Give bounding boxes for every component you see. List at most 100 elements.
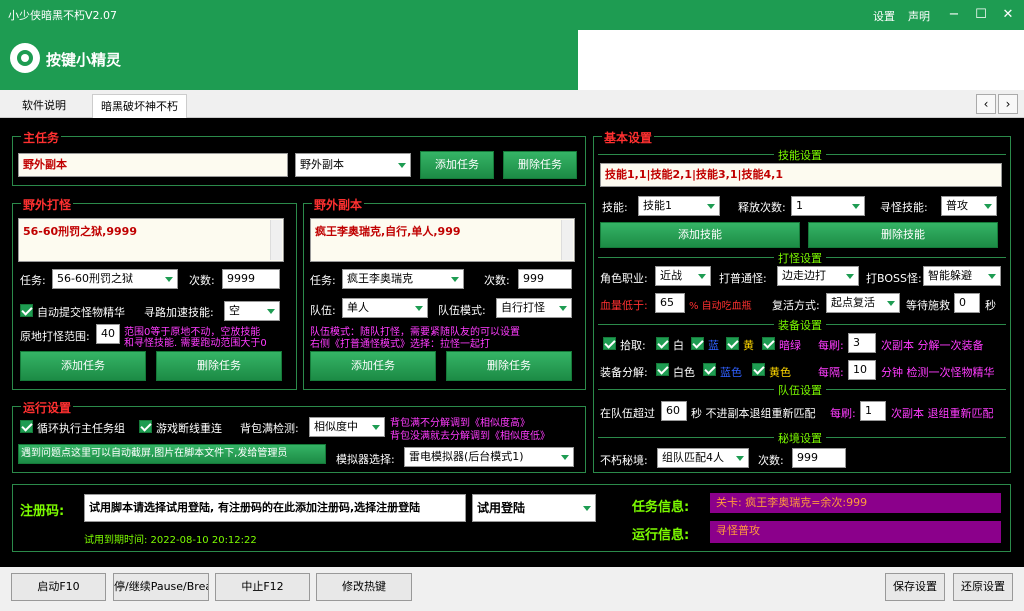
loop-label: 循环执行主任务组 <box>37 422 125 435</box>
team-mode-select[interactable]: 自行打怪 <box>496 298 572 318</box>
add-skill-button[interactable]: 添加技能 <box>600 222 800 248</box>
hotkey-button[interactable]: 修改热键 <box>316 573 412 601</box>
field-fight-add-button[interactable]: 添加任务 <box>20 351 146 381</box>
release-count-label: 释放次数: <box>738 201 786 214</box>
main-task-add-button[interactable]: 添加任务 <box>420 151 494 179</box>
pause-button[interactable]: 停/继续Pause/Break <box>113 573 209 601</box>
loop-checkbox[interactable] <box>20 420 33 433</box>
decompose-yellow-checkbox[interactable] <box>752 363 765 376</box>
normal-monster-select[interactable]: 边走边打 <box>777 266 859 286</box>
secret-count-label: 次数: <box>758 454 784 467</box>
field-dungeon-add-button[interactable]: 添加任务 <box>310 351 436 381</box>
run-settings-title: 运行设置 <box>21 399 74 416</box>
maximize-icon[interactable]: ☐ <box>971 5 991 25</box>
decompose-yellow-label: 黄色 <box>769 366 791 379</box>
tab-diablo[interactable]: 暗黑破坏神不朽 <box>92 94 187 118</box>
range-label: 原地打怪范围: <box>20 330 90 343</box>
field-fight-count-label: 次数: <box>189 274 215 287</box>
screenshot-report-button[interactable]: 遇到问题点这里可以自动截屏,图片在脚本文件下,发给管理员 <box>18 444 326 464</box>
close-icon[interactable]: ✕ <box>998 5 1018 25</box>
role-select[interactable]: 近战 <box>655 266 711 286</box>
field-fight-delete-button[interactable]: 删除任务 <box>156 351 282 381</box>
basic-settings-title: 基本设置 <box>602 129 655 146</box>
field-dungeon-task-label: 任务: <box>310 274 336 287</box>
bag-check-select[interactable]: 相似度中 <box>309 417 385 437</box>
bag-note-2: 背包没满就去分解调到《相似度低》 <box>390 431 550 442</box>
trial-expire-text: 试用到期时间: 2022-08-10 20:12:22 <box>84 535 257 546</box>
field-fight-task-label: 任务: <box>20 274 46 287</box>
range-input[interactable]: 40 <box>96 324 120 344</box>
statement-link[interactable]: 声明 <box>908 8 930 24</box>
pickup-white-checkbox[interactable] <box>656 337 669 350</box>
field-dungeon-count-label: 次数: <box>484 274 510 287</box>
register-code-input[interactable]: 试用脚本请选择试用登陆, 有注册码的在此添加注册码,选择注册登陆 <box>84 494 466 522</box>
secret-select[interactable]: 组队匹配4人 <box>657 448 749 468</box>
decompose-blue-checkbox[interactable] <box>703 363 716 376</box>
team-over-input[interactable]: 60 <box>661 401 687 421</box>
tab-bar: 软件说明 暗黑破坏神不朽 ‹ › <box>0 90 1024 118</box>
settings-link[interactable]: 设置 <box>873 8 895 24</box>
pickup-yellow-checkbox[interactable] <box>726 337 739 350</box>
hp-input[interactable]: 65 <box>655 293 685 313</box>
interval-label: 每隔: <box>818 366 844 379</box>
speed-skill-select[interactable]: 空 <box>224 301 280 321</box>
pickup-blue-label: 蓝 <box>708 339 719 352</box>
title-bar: 小少侠暗黑不朽V2.07 设置 声明 − ☐ ✕ <box>0 0 1024 30</box>
hp-label: 血量低于: <box>600 299 648 312</box>
field-fight-count-input[interactable]: 9999 <box>222 269 280 289</box>
window-title: 小少侠暗黑不朽V2.07 <box>8 9 118 22</box>
run-info-value: 寻怪普攻 <box>710 521 1001 543</box>
secret-count-input[interactable]: 999 <box>792 448 846 468</box>
logo-icon <box>10 43 40 73</box>
tab-prev-icon[interactable]: ‹ <box>976 94 996 114</box>
team-select[interactable]: 单人 <box>342 298 428 318</box>
memo-scrollbar[interactable] <box>561 220 573 260</box>
pickup-checkbox[interactable] <box>603 337 616 350</box>
memo-scrollbar[interactable] <box>270 220 282 260</box>
decompose-white-checkbox[interactable] <box>656 363 669 376</box>
wait-input[interactable]: 0 <box>954 293 980 313</box>
auto-submit-checkbox[interactable] <box>20 304 33 317</box>
login-mode-select[interactable]: 试用登陆 <box>472 494 596 522</box>
header-banner: 按键小精灵 <box>0 30 1024 90</box>
field-dungeon-count-input[interactable]: 999 <box>518 269 572 289</box>
revive-select[interactable]: 起点复活 <box>826 293 900 313</box>
minimize-icon[interactable]: − <box>944 5 964 25</box>
interval-input[interactable]: 10 <box>848 360 876 380</box>
pickup-green-checkbox[interactable] <box>762 337 775 350</box>
ad-area <box>578 30 1024 90</box>
tab-readme[interactable]: 软件说明 <box>14 94 74 118</box>
skill-select[interactable]: 技能1 <box>638 196 720 216</box>
save-settings-button[interactable]: 保存设置 <box>885 573 945 601</box>
reconnect-checkbox[interactable] <box>139 420 152 433</box>
wait-label: 等待施救 <box>906 299 950 312</box>
every-input[interactable]: 3 <box>848 333 876 353</box>
field-dungeon-memo[interactable]: 疯王李奥瑞克,自行,单人,999 <box>310 218 575 262</box>
task-info-label: 任务信息: <box>632 500 690 515</box>
team-label: 队伍: <box>310 304 336 317</box>
revive-label: 复活方式: <box>772 299 820 312</box>
stop-button[interactable]: 中止F12 <box>215 573 310 601</box>
main-task-delete-button[interactable]: 删除任务 <box>503 151 577 179</box>
field-fight-task-select[interactable]: 56-60刑罚之狱 <box>52 269 178 289</box>
fight-section-title: 打怪设置 <box>774 250 826 266</box>
emulator-select[interactable]: 雷电模拟器(后台模式1) <box>404 447 574 467</box>
tab-next-icon[interactable]: › <box>998 94 1018 114</box>
main-task-input[interactable]: 野外副本 <box>18 153 288 177</box>
pickup-blue-checkbox[interactable] <box>691 337 704 350</box>
role-label: 角色职业: <box>600 272 648 285</box>
field-dungeon-task-select[interactable]: 疯王李奥瑞克 <box>342 269 464 289</box>
field-fight-memo[interactable]: 56-60刑罚之狱,9999 <box>18 218 284 262</box>
pickup-green-label: 暗绿 <box>779 339 801 352</box>
restore-settings-button[interactable]: 还原设置 <box>953 573 1013 601</box>
field-dungeon-memo-text: 疯王李奥瑞克,自行,单人,999 <box>315 225 461 238</box>
start-button[interactable]: 启动F10 <box>11 573 106 601</box>
release-count-select[interactable]: 1 <box>791 196 865 216</box>
main-task-select[interactable]: 野外副本 <box>295 153 411 177</box>
skill-list-input[interactable]: 技能1,1|技能2,1|技能3,1|技能4,1 <box>600 163 1002 187</box>
team-every-input[interactable]: 1 <box>860 401 886 421</box>
boss-select[interactable]: 智能躲避 <box>923 266 1001 286</box>
field-dungeon-delete-button[interactable]: 删除任务 <box>446 351 572 381</box>
delete-skill-button[interactable]: 删除技能 <box>808 222 998 248</box>
seek-skill-select[interactable]: 普攻 <box>941 196 997 216</box>
